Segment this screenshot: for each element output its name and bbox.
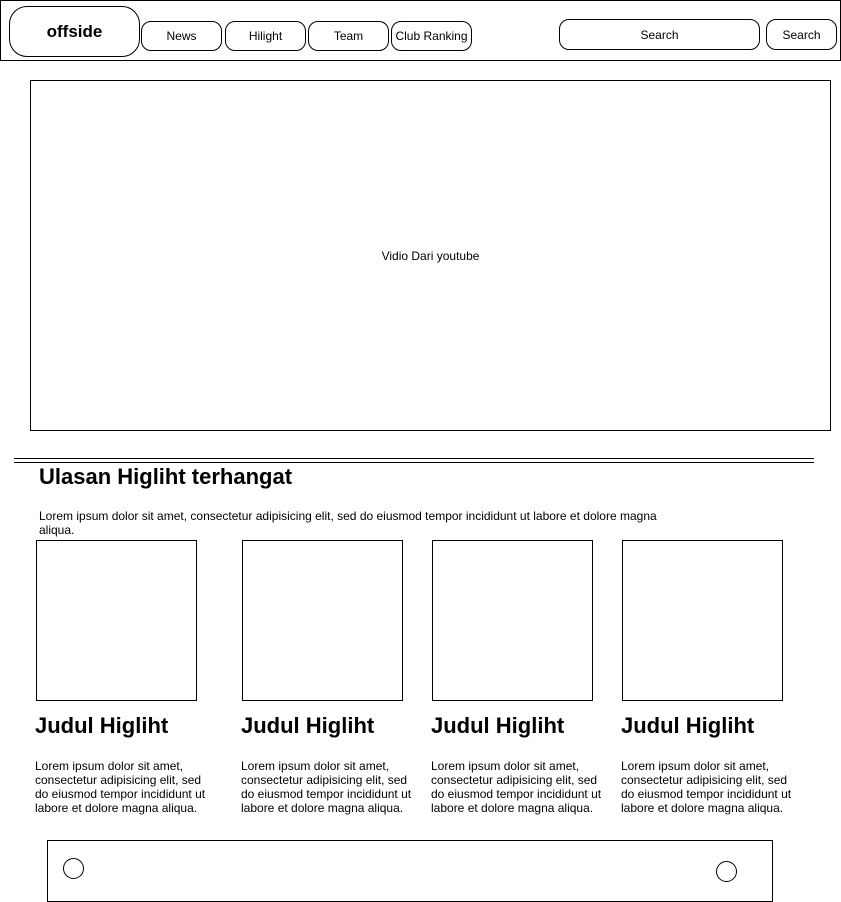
search-input[interactable]: [559, 19, 760, 50]
card-title-2[interactable]: Judul Higliht: [241, 713, 374, 739]
section-description: Lorem ipsum dolor sit amet, consectetur …: [39, 509, 657, 537]
card-title-3[interactable]: Judul Higliht: [431, 713, 564, 739]
video-player[interactable]: Vidio Dari youtube: [30, 80, 831, 431]
card-image-2[interactable]: [242, 540, 403, 701]
logo-button[interactable]: offside: [9, 6, 140, 57]
card-text-2: Lorem ipsum dolor sit amet, consectetur …: [241, 759, 412, 815]
card-title-4[interactable]: Judul Higliht: [621, 713, 754, 739]
card-image-4[interactable]: [622, 540, 783, 701]
nav-hilight[interactable]: Hilight: [225, 21, 306, 51]
card-text-1: Lorem ipsum dolor sit amet, consectetur …: [35, 759, 206, 815]
divider-bottom: [14, 462, 814, 463]
carousel-next-dot[interactable]: [716, 861, 737, 882]
divider-top: [14, 458, 814, 459]
card-title-1[interactable]: Judul Higliht: [35, 713, 168, 739]
header-bar: offside News Hilight Team Club Ranking S…: [0, 0, 841, 61]
carousel-prev-dot[interactable]: [63, 858, 84, 879]
nav-team[interactable]: Team: [308, 21, 389, 51]
video-label: Vidio Dari youtube: [381, 248, 480, 263]
section-title: Ulasan Higliht terhangat: [39, 464, 293, 489]
nav-news[interactable]: News: [141, 21, 222, 51]
card-image-3[interactable]: [432, 540, 593, 701]
footer-bar: [47, 840, 773, 902]
card-text-3: Lorem ipsum dolor sit amet, consectetur …: [431, 759, 602, 815]
search-button[interactable]: Search: [766, 19, 837, 50]
card-text-4: Lorem ipsum dolor sit amet, consectetur …: [621, 759, 792, 815]
nav-club-ranking[interactable]: Club Ranking: [391, 21, 472, 51]
card-image-1[interactable]: [36, 540, 197, 701]
